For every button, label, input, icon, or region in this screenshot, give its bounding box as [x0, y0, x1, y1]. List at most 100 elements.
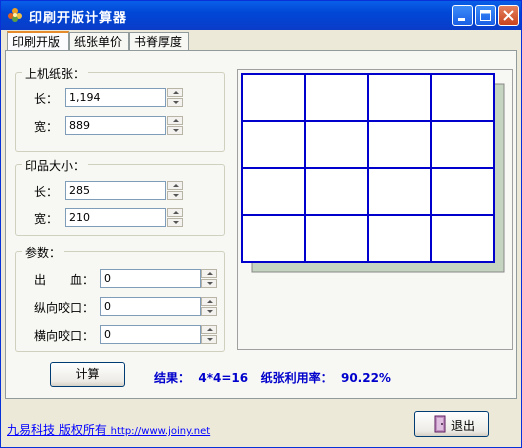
- imposition-cell: [430, 214, 495, 263]
- bleed-input[interactable]: [101, 270, 200, 287]
- imposition-cell: [241, 73, 306, 122]
- imposition-cell: [241, 167, 306, 216]
- horizontal-grip-spinner[interactable]: [201, 325, 217, 344]
- exit-button[interactable]: 退出: [414, 411, 489, 437]
- minimize-icon: [458, 18, 465, 21]
- spin-down-button[interactable]: [201, 335, 217, 344]
- tab-spine-thickness[interactable]: 书脊厚度: [129, 32, 189, 50]
- imposition-cell: [430, 120, 495, 169]
- title-bar[interactable]: 印刷开版计算器: [1, 1, 521, 30]
- vertical-grip-label: 纵向咬口：: [34, 301, 95, 315]
- product-width-field[interactable]: [65, 208, 166, 227]
- close-button[interactable]: [498, 5, 519, 26]
- spin-up-button[interactable]: [201, 325, 217, 334]
- arrow-down-icon: [173, 221, 179, 224]
- arrow-down-icon: [207, 282, 213, 285]
- product-length-field[interactable]: [65, 181, 166, 200]
- imposition-cell: [241, 214, 306, 263]
- vertical-grip-field[interactable]: [100, 297, 201, 316]
- spin-up-button[interactable]: [201, 269, 217, 278]
- copyright-link[interactable]: 九易科技 版权所有 http://www.joiny.net: [7, 421, 210, 438]
- paper-length-field[interactable]: [65, 88, 166, 107]
- imposition-cell: [241, 120, 306, 169]
- params-title: 参数：: [22, 244, 65, 261]
- arrow-up-icon: [173, 184, 179, 187]
- window-title: 印刷开版计算器: [29, 11, 128, 26]
- spin-up-button[interactable]: [167, 208, 183, 217]
- calculate-button-label: 计算: [75, 367, 100, 381]
- imposition-cell: [367, 167, 432, 216]
- app-flower-icon: [8, 8, 22, 22]
- paper-width-field[interactable]: [65, 116, 166, 135]
- arrow-down-icon: [173, 101, 179, 104]
- spin-down-button[interactable]: [201, 279, 217, 288]
- vertical-grip-spinner[interactable]: [201, 297, 217, 316]
- spin-up-button[interactable]: [167, 116, 183, 125]
- spin-down-button[interactable]: [167, 218, 183, 227]
- bleed-label: 出 血：: [34, 273, 95, 287]
- imposition-cell: [304, 73, 369, 122]
- bleed-field[interactable]: [100, 269, 201, 288]
- spin-down-button[interactable]: [167, 126, 183, 135]
- imposition-cell: [430, 73, 495, 122]
- exit-door-icon: [434, 415, 446, 433]
- arrow-up-icon: [173, 119, 179, 122]
- arrow-up-icon: [173, 211, 179, 214]
- paper-width-spinner[interactable]: [167, 116, 183, 135]
- minimize-button[interactable]: [452, 5, 473, 26]
- result-text: 结果： 4*4=16 纸张利用率： 90.22%: [154, 371, 391, 385]
- website-url: http://www.joiny.net: [110, 426, 211, 437]
- imposition-cell: [304, 120, 369, 169]
- imposition-cell: [367, 73, 432, 122]
- spin-up-button[interactable]: [167, 88, 183, 97]
- imposition-cell: [304, 167, 369, 216]
- layout-preview: [241, 73, 505, 273]
- imposition-cell: [367, 214, 432, 263]
- product-size-title: 印品大小：: [22, 157, 89, 174]
- imposition-cell: [304, 214, 369, 263]
- arrow-down-icon: [207, 310, 213, 313]
- app-window: 印刷开版计算器 印刷开版 纸张单价 书脊厚度 上机纸张： 长： 宽： 印品大小: [0, 0, 522, 448]
- tab-print-imposition[interactable]: 印刷开版: [7, 31, 69, 52]
- horizontal-grip-input[interactable]: [101, 326, 200, 343]
- paper-size-group: 上机纸张：: [15, 65, 225, 152]
- imposition-cell: [430, 167, 495, 216]
- arrow-up-icon: [207, 328, 213, 331]
- spin-up-button[interactable]: [167, 181, 183, 190]
- arrow-up-icon: [207, 272, 213, 275]
- spin-up-button[interactable]: [201, 297, 217, 306]
- horizontal-grip-field[interactable]: [100, 325, 201, 344]
- product-width-input[interactable]: [66, 209, 165, 226]
- product-width-spinner[interactable]: [167, 208, 183, 227]
- spin-down-button[interactable]: [167, 98, 183, 107]
- product-width-label: 宽：: [34, 212, 59, 226]
- bleed-spinner[interactable]: [201, 269, 217, 288]
- paper-width-label: 宽：: [34, 120, 59, 134]
- arrow-down-icon: [173, 194, 179, 197]
- spin-down-button[interactable]: [201, 307, 217, 316]
- paper-length-label: 长：: [34, 92, 59, 106]
- arrow-down-icon: [207, 338, 213, 341]
- arrow-up-icon: [207, 300, 213, 303]
- calculate-button[interactable]: 计算: [50, 362, 125, 387]
- company-name: 九易科技 版权所有: [7, 423, 107, 437]
- horizontal-grip-label: 横向咬口：: [34, 329, 95, 343]
- product-length-label: 长：: [34, 185, 59, 199]
- arrow-down-icon: [173, 129, 179, 132]
- spin-down-button[interactable]: [167, 191, 183, 200]
- maximize-icon: [480, 10, 491, 21]
- close-icon: [503, 10, 514, 21]
- maximize-button[interactable]: [475, 5, 496, 26]
- imposition-cell: [367, 120, 432, 169]
- vertical-grip-input[interactable]: [101, 298, 200, 315]
- arrow-up-icon: [173, 91, 179, 94]
- tab-paper-price[interactable]: 纸张单价: [69, 32, 129, 50]
- exit-button-label: 退出: [451, 419, 476, 433]
- paper-length-input[interactable]: [66, 89, 165, 106]
- paper-length-spinner[interactable]: [167, 88, 183, 107]
- paper-size-title: 上机纸张：: [22, 65, 89, 82]
- product-length-spinner[interactable]: [167, 181, 183, 200]
- layout-preview-panel: [237, 69, 513, 350]
- paper-width-input[interactable]: [66, 117, 165, 134]
- product-length-input[interactable]: [66, 182, 165, 199]
